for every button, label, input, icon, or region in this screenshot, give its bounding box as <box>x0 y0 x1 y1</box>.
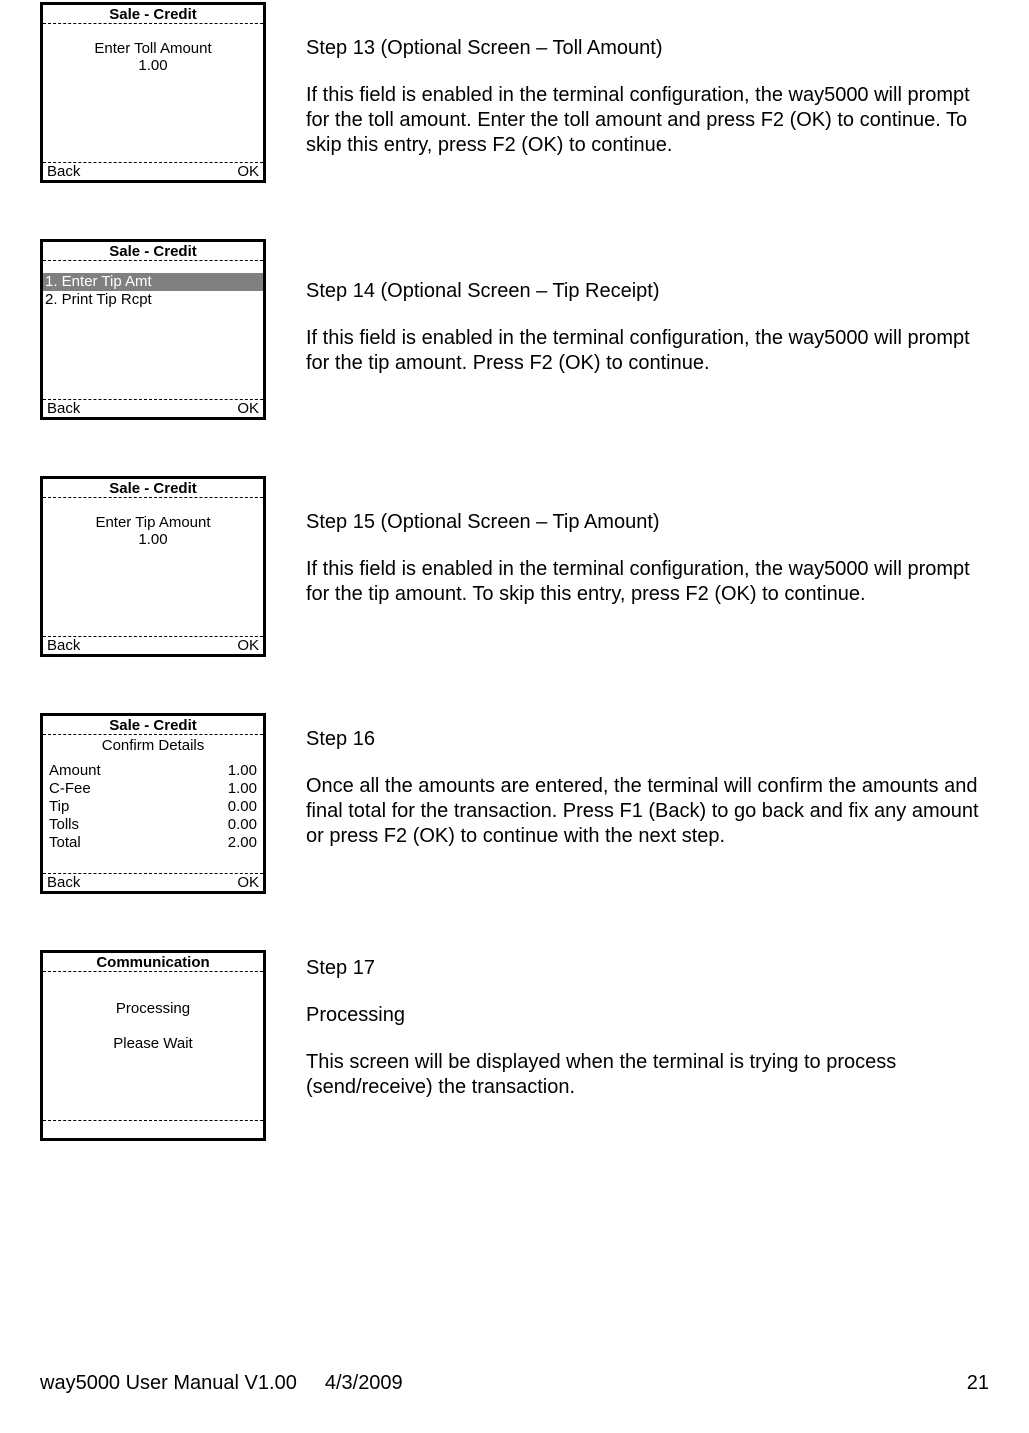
step-heading: Step 16 <box>306 727 989 752</box>
row-total: Total2.00 <box>49 834 257 852</box>
step-description: Step 16 Once all the amounts are entered… <box>306 713 989 849</box>
terminal-screen: Sale - Credit Enter Toll Amount 1.00 Bac… <box>40 2 266 183</box>
processing-label: Processing <box>43 1000 263 1017</box>
terminal-screen: Sale - Credit 1. Enter Tip Amt 2. Print … <box>40 239 266 420</box>
row-tolls: Tolls0.00 <box>49 816 257 834</box>
step-15-row: Sale - Credit Enter Tip Amount 1.00 Back… <box>40 476 989 657</box>
step-16-row: Sale - Credit Confirm Details Amount1.00… <box>40 713 989 894</box>
screen-title: Sale - Credit <box>43 716 263 735</box>
screen-title: Sale - Credit <box>43 242 263 261</box>
step-body: If this field is enabled in the terminal… <box>306 558 970 605</box>
ok-button[interactable]: OK <box>237 400 259 417</box>
step-heading: Step 17 <box>306 956 989 981</box>
step-description: Step 14 (Optional Screen – Tip Receipt) … <box>306 239 989 376</box>
row-amount: Amount1.00 <box>49 762 257 780</box>
terminal-screen: Communication Processing Please Wait <box>40 950 266 1141</box>
back-button[interactable]: Back <box>47 400 80 417</box>
amount-value: 1.00 <box>43 531 263 548</box>
back-button[interactable]: Back <box>47 637 80 654</box>
step-14-row: Sale - Credit 1. Enter Tip Amt 2. Print … <box>40 239 989 420</box>
step-body: If this field is enabled in the terminal… <box>306 327 970 374</box>
screen-title: Sale - Credit <box>43 479 263 498</box>
menu-item-enter-tip[interactable]: 1. Enter Tip Amt <box>43 273 263 291</box>
step-heading: Step 14 (Optional Screen – Tip Receipt) <box>306 279 989 304</box>
screen-body: Processing Please Wait <box>43 972 263 1120</box>
back-button[interactable]: Back <box>47 163 80 180</box>
step-17-row: Communication Processing Please Wait Ste… <box>40 950 989 1141</box>
footer-page-number: 21 <box>967 1372 989 1395</box>
confirm-details-label: Confirm Details <box>43 735 263 762</box>
step-description: Step 15 (Optional Screen – Tip Amount) I… <box>306 476 989 607</box>
step-body: This screen will be displayed when the t… <box>306 1051 896 1098</box>
ok-button[interactable]: OK <box>237 637 259 654</box>
screen-title: Communication <box>43 953 263 972</box>
ok-button[interactable]: OK <box>237 874 259 891</box>
screen-title: Sale - Credit <box>43 5 263 24</box>
screen-body: Enter Toll Amount 1.00 <box>43 24 263 162</box>
row-cfee: C-Fee1.00 <box>49 780 257 798</box>
please-wait-label: Please Wait <box>43 1035 263 1052</box>
terminal-screen: Sale - Credit Enter Tip Amount 1.00 Back… <box>40 476 266 657</box>
footer-date: 4/3/2009 <box>325 1372 403 1395</box>
step-description: Step 13 (Optional Screen – Toll Amount) … <box>306 10 989 158</box>
page-footer: way5000 User Manual V1.00 4/3/2009 21 <box>40 1372 989 1395</box>
back-button[interactable]: Back <box>47 874 80 891</box>
step-subheading: Processing <box>306 1003 989 1028</box>
row-tip: Tip0.00 <box>49 798 257 816</box>
step-description: Step 17 Processing This screen will be d… <box>306 950 989 1100</box>
step-body: Once all the amounts are entered, the te… <box>306 775 979 847</box>
ok-button[interactable]: OK <box>237 163 259 180</box>
menu-item-print-tip-rcpt[interactable]: 2. Print Tip Rcpt <box>43 291 263 309</box>
step-heading: Step 15 (Optional Screen – Tip Amount) <box>306 510 989 535</box>
step-13-row: Sale - Credit Enter Toll Amount 1.00 Bac… <box>40 10 989 183</box>
terminal-screen: Sale - Credit Confirm Details Amount1.00… <box>40 713 266 894</box>
screen-body: 1. Enter Tip Amt 2. Print Tip Rcpt <box>43 261 263 399</box>
screen-body: Confirm Details Amount1.00 C-Fee1.00 Tip… <box>43 735 263 873</box>
prompt-label: Enter Tip Amount <box>43 514 263 531</box>
step-heading: Step 13 (Optional Screen – Toll Amount) <box>306 36 989 61</box>
footer-title: way5000 User Manual V1.00 <box>40 1372 297 1395</box>
step-body: If this field is enabled in the terminal… <box>306 84 970 156</box>
amount-value: 1.00 <box>43 57 263 74</box>
prompt-label: Enter Toll Amount <box>43 40 263 57</box>
screen-body: Enter Tip Amount 1.00 <box>43 498 263 636</box>
